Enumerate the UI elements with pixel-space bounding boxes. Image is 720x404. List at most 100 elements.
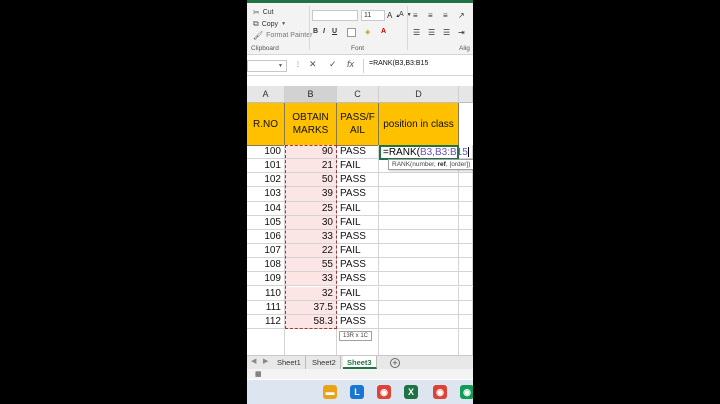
cell-e[interactable]	[459, 314, 473, 329]
cell-status[interactable]: PASS	[337, 272, 379, 287]
column-header-c[interactable]: C	[337, 86, 379, 103]
cell-position[interactable]	[379, 229, 459, 245]
cell-marks[interactable]: 33	[285, 272, 337, 287]
cell-marks[interactable]: 39	[285, 187, 337, 202]
cell-e[interactable]	[459, 272, 473, 287]
cell-status[interactable]: FAIL	[337, 215, 379, 230]
borders-icon[interactable]	[347, 28, 356, 37]
empty-cell[interactable]	[247, 328, 285, 344]
cell-e[interactable]	[459, 300, 473, 315]
header-cell-status[interactable]: PASS/FAIL	[337, 103, 379, 146]
cell-rno[interactable]: 105	[247, 215, 285, 230]
cell-status[interactable]: PASS	[337, 145, 379, 160]
column-header-b[interactable]: B	[285, 86, 337, 103]
cell-status[interactable]: PASS	[337, 187, 379, 202]
tab-sheet2[interactable]: Sheet2	[308, 356, 341, 369]
header-cell-position[interactable]: position in class	[379, 103, 459, 146]
formula-input[interactable]: =RANK(B3,B3:B15	[369, 60, 428, 67]
spreadsheet-grid[interactable]: A B C D R.NO OBTAIN MARKS PASS/FAIL posi…	[247, 86, 473, 358]
cell-rno[interactable]: 111	[247, 300, 285, 315]
column-header-a[interactable]: A	[247, 86, 285, 103]
cell-rno[interactable]: 104	[247, 201, 285, 216]
font-name-select[interactable]	[312, 10, 358, 21]
align-center-icon[interactable]: ☰	[428, 28, 435, 37]
cell-position[interactable]	[379, 314, 459, 329]
cell-rno[interactable]: 112	[247, 314, 285, 329]
cell-marks[interactable]: 25	[285, 201, 337, 216]
align-left-icon[interactable]: ☰	[413, 28, 420, 37]
cell-status[interactable]: FAIL	[337, 201, 379, 216]
cell-rno[interactable]: 107	[247, 244, 285, 259]
header-cell-marks[interactable]: OBTAIN MARKS	[285, 103, 337, 146]
cell-status[interactable]: FAIL	[337, 159, 379, 174]
cell-position[interactable]	[379, 300, 459, 315]
chrome-icon-3[interactable]: ◉	[460, 385, 473, 399]
column-header-d[interactable]: D	[379, 86, 459, 103]
cell-rno[interactable]: 102	[247, 173, 285, 188]
cell-e[interactable]	[459, 258, 473, 273]
empty-cell[interactable]	[379, 328, 459, 344]
cell-e[interactable]	[459, 201, 473, 216]
font-size-select[interactable]: 11	[361, 10, 385, 21]
excel-icon[interactable]: X	[404, 385, 418, 399]
cell-status[interactable]: PASS	[337, 258, 379, 273]
cell-marks[interactable]: 21	[285, 159, 337, 174]
cell-status[interactable]: PASS	[337, 300, 379, 315]
tab-sheet1[interactable]: Sheet1	[273, 356, 306, 369]
align-right-icon[interactable]: ☰	[443, 28, 450, 37]
cell-position[interactable]	[379, 286, 459, 301]
cell-status[interactable]: PASS	[337, 173, 379, 188]
cell-e[interactable]	[459, 286, 473, 301]
insert-function-icon[interactable]: fx	[347, 59, 354, 69]
align-bottom-icon[interactable]: ≡	[443, 11, 448, 20]
cell-rno[interactable]: 106	[247, 229, 285, 245]
tab-scroll-right-icon[interactable]: ▶	[263, 357, 268, 365]
cell-e[interactable]	[459, 187, 473, 202]
cell-e[interactable]	[459, 173, 473, 188]
add-sheet-icon[interactable]: +	[390, 358, 400, 368]
shrink-font-button[interactable]: A ▼	[399, 11, 412, 18]
cell-marks[interactable]: 50	[285, 173, 337, 188]
cell-e[interactable]	[459, 215, 473, 230]
fill-color-icon[interactable]: ◈	[365, 28, 370, 36]
cell-status[interactable]: PASS	[337, 229, 379, 245]
cell-position[interactable]	[379, 201, 459, 216]
empty-cell[interactable]	[459, 328, 473, 344]
align-top-icon[interactable]: ≡	[413, 11, 418, 20]
cell-marks[interactable]: 58.3	[285, 314, 337, 329]
enter-icon[interactable]: ✓	[329, 59, 337, 70]
chrome-icon-2[interactable]: ◉	[433, 385, 447, 399]
empty-cell[interactable]	[285, 328, 337, 344]
bold-button[interactable]: B	[313, 28, 318, 35]
underline-button[interactable]: U	[332, 28, 337, 35]
cut-button[interactable]: ✂ Cut	[253, 8, 274, 17]
cell-marks[interactable]: 33	[285, 229, 337, 245]
cell-rno[interactable]: 110	[247, 286, 285, 301]
cell-rno[interactable]: 108	[247, 258, 285, 273]
cell-position[interactable]	[379, 173, 459, 188]
tab-scroll-left-icon[interactable]: ◀	[251, 357, 256, 365]
tab-sheet3[interactable]: Sheet3	[343, 356, 377, 369]
cell-marks[interactable]: 55	[285, 258, 337, 273]
header-cell-rno[interactable]: R.NO	[247, 103, 285, 146]
cell-position[interactable]	[379, 272, 459, 287]
active-cell-d3[interactable]: =RANK(B3,B3:B15	[379, 145, 469, 160]
macro-record-icon[interactable]: ▦	[255, 370, 262, 378]
cell-status[interactable]: FAIL	[337, 244, 379, 259]
cell-marks[interactable]: 32	[285, 286, 337, 301]
cell-position[interactable]	[379, 258, 459, 273]
cell-rno[interactable]: 100	[247, 145, 285, 160]
italic-button[interactable]: I	[323, 28, 325, 35]
indent-icon[interactable]: ⇥	[458, 28, 465, 37]
cell-position[interactable]	[379, 215, 459, 230]
font-color-icon[interactable]: A	[381, 28, 386, 35]
orientation-icon[interactable]: ↗	[458, 11, 465, 20]
cell-marks[interactable]: 90	[285, 145, 337, 160]
cell-rno[interactable]: 109	[247, 272, 285, 287]
app-l-icon[interactable]: L	[350, 385, 364, 399]
copy-button[interactable]: ⧉ Copy ▼	[253, 19, 286, 29]
cell-position[interactable]	[379, 244, 459, 259]
align-middle-icon[interactable]: ≡	[428, 11, 433, 20]
cell-marks[interactable]: 37.5	[285, 300, 337, 315]
cell-marks[interactable]: 30	[285, 215, 337, 230]
